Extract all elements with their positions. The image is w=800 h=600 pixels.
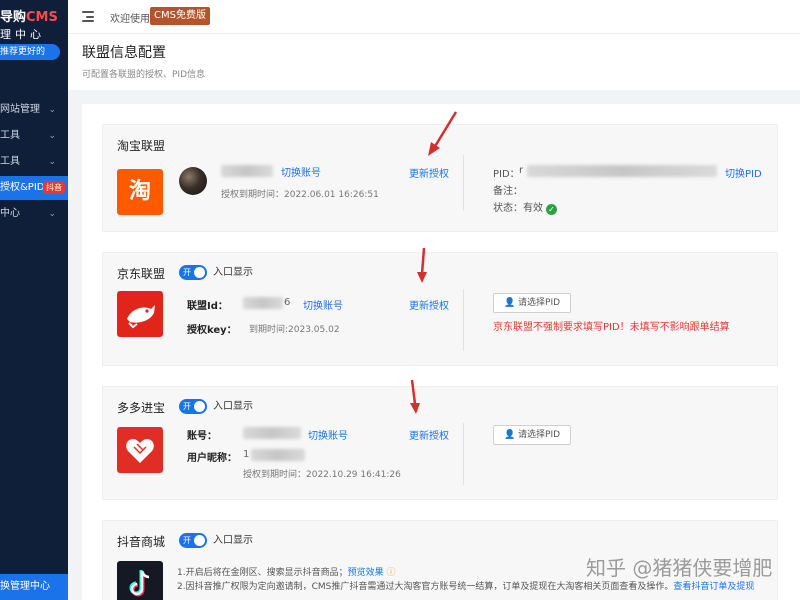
chevron-down-icon: ⌄ xyxy=(48,157,56,167)
sidebar-item-tools[interactable]: 工具 ⌄ xyxy=(0,124,68,148)
pdd-union-card: 多多进宝 开 入口显示 账号： 切换账号 用户昵称： 1 授权到期时间：2022… xyxy=(102,386,778,500)
annotation-arrow-icon xyxy=(417,247,427,283)
logo-subtitle: 理中心 xyxy=(0,28,45,41)
pdd-update-auth-link[interactable]: 更新授权 xyxy=(409,427,449,442)
sidebar-badge: 抖音 xyxy=(43,181,65,194)
jd-update-auth-link[interactable]: 更新授权 xyxy=(409,297,449,312)
page-subtitle: 可配置各联盟的授权、PID信息 xyxy=(82,70,206,80)
union-id-label: 联盟Id： xyxy=(187,301,228,312)
user-icon: 👤 xyxy=(503,298,519,308)
sidebar-item-label: 工具 xyxy=(0,130,20,141)
note-label: 备注： xyxy=(493,186,523,197)
account-label: 账号： xyxy=(187,431,217,442)
sidebar-item-center[interactable]: 中心 ⌄ xyxy=(0,202,68,226)
jd-select-pid-button[interactable]: 👤 请选择PID xyxy=(493,293,571,313)
taobao-expire-time: 授权到期时间：2022.06.01 16:26:51 xyxy=(221,190,379,200)
pdd-switch-account-link[interactable]: 切换账号 xyxy=(308,427,348,442)
entry-display-label: 入口显示 xyxy=(213,267,253,278)
status-label: 状态：有效 ✓ xyxy=(493,199,557,215)
auth-key-label: 授权key： xyxy=(187,325,237,336)
jd-expire-time: 到期时间:2023.05.02 xyxy=(249,325,340,335)
union-id-redacted xyxy=(243,297,283,309)
jd-switch-account-link[interactable]: 切换账号 xyxy=(303,297,343,312)
union-id-suffix: 6 xyxy=(284,297,291,308)
logo[interactable]: 导购CMS xyxy=(0,6,68,26)
sidebar-item-label: 授权&PID xyxy=(0,182,45,193)
douyin-logo xyxy=(117,561,163,600)
watermark: 知乎 @猪猪侠要增肥 xyxy=(586,556,773,580)
jd-union-card: 京东联盟 开 入口显示 联盟Id： 6 切换账号 授权key： 到期时间:202… xyxy=(102,252,778,366)
account-redacted xyxy=(243,427,301,439)
douyin-info-line1: 1.开启后将在金刚区、搜索显示抖音商品；预览效果 ⓘ xyxy=(177,568,396,578)
switch-management-center-button[interactable]: 换管理中心 xyxy=(0,574,68,600)
logo-tag: 推荐更好的 xyxy=(0,44,60,60)
avatar xyxy=(179,167,207,195)
pdd-select-pid-button[interactable]: 👤 请选择PID xyxy=(493,425,571,445)
taobao-switch-account-link[interactable]: 切换账号 xyxy=(281,164,321,179)
jd-logo xyxy=(117,291,163,337)
page-header: 联盟信息配置 可配置各联盟的授权、PID信息 xyxy=(68,34,800,90)
entry-display-label: 入口显示 xyxy=(213,401,253,412)
jd-pid-warning: 京东联盟不强制要求填写PID！未填写不影响跟单结算 xyxy=(493,322,730,333)
pdd-entry-toggle[interactable]: 开 xyxy=(179,399,207,414)
edition-badge: CMS免费版 xyxy=(150,7,210,25)
card-title: 京东联盟 xyxy=(117,267,166,281)
nickname-prefix: 1 xyxy=(243,449,250,460)
pdd-expire-time: 授权到期时间：2022.10.29 16:41:26 xyxy=(243,470,401,480)
douyin-info-line2: 2.因抖音推广权限为定向邀请制，CMS推广抖音需通过大淘客官方账号统一结算，订单… xyxy=(177,582,755,592)
douyin-entry-toggle[interactable]: 开 xyxy=(179,533,207,548)
preview-effect-link[interactable]: 预览效果 xyxy=(348,568,384,578)
taobao-logo: 淘 xyxy=(117,169,163,215)
card-title: 多多进宝 xyxy=(117,401,166,415)
jd-entry-toggle[interactable]: 开 xyxy=(179,265,207,280)
logo-prefix: 导购 xyxy=(0,10,27,25)
sidebar-item-label: 中心 xyxy=(0,208,20,219)
welcome-text: 欢迎使用 xyxy=(110,14,150,25)
annotation-arrow-icon xyxy=(410,379,420,414)
taobao-update-auth-link[interactable]: 更新授权 xyxy=(409,165,449,180)
switch-pid-link[interactable]: 切换PID xyxy=(725,165,762,180)
pid-label: PID： xyxy=(493,169,520,180)
logo-brand: CMS xyxy=(26,10,58,25)
pdd-logo xyxy=(117,427,163,473)
divider xyxy=(463,423,464,485)
pid-value-redacted xyxy=(527,165,717,177)
card-title: 抖音商城 xyxy=(117,535,166,549)
sidebar: 导购CMS 理中心 推荐更好的 网站管理 ⌄ 工具 ⌄ 工具 ⌄ 授权&PID … xyxy=(0,0,68,600)
divider xyxy=(463,289,464,351)
douyin-orders-link[interactable]: 查看抖音订单及提现 xyxy=(673,582,754,592)
content-panel: 淘宝联盟 淘 切换账号 授权到期时间：2022.06.01 16:26:51 更… xyxy=(82,104,800,600)
nickname-redacted xyxy=(251,449,305,461)
divider xyxy=(463,155,464,211)
pid-prefix: r xyxy=(519,165,524,176)
card-title: 淘宝联盟 xyxy=(117,139,166,153)
nickname-label: 用户昵称： xyxy=(187,453,237,464)
annotation-arrow-icon xyxy=(428,111,458,156)
topbar: 欢迎使用 CMS免费版 xyxy=(68,0,800,34)
sidebar-item-label: 工具 xyxy=(0,156,20,167)
sidebar-item-label: 网站管理 xyxy=(0,104,40,115)
menu-fold-icon[interactable] xyxy=(82,11,94,22)
chevron-down-icon: ⌄ xyxy=(48,131,56,141)
sidebar-item-site-management[interactable]: 网站管理 ⌄ xyxy=(0,98,68,122)
help-icon: ⓘ xyxy=(383,568,396,578)
account-name-redacted xyxy=(221,165,273,177)
page-title: 联盟信息配置 xyxy=(82,45,166,61)
entry-display-label: 入口显示 xyxy=(213,535,253,546)
sidebar-item-auth-pid[interactable]: 授权&PID 抖音 xyxy=(0,176,68,200)
chevron-down-icon: ⌄ xyxy=(48,209,56,219)
check-icon: ✓ xyxy=(546,204,557,215)
sidebar-item-tools-2[interactable]: 工具 ⌄ xyxy=(0,150,68,174)
chevron-down-icon: ⌄ xyxy=(48,105,56,115)
user-icon: 👤 xyxy=(503,430,519,440)
